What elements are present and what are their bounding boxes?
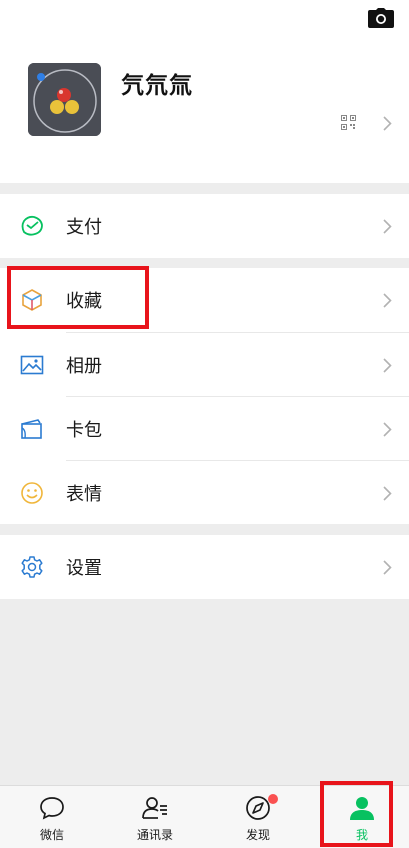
highlight-box-me-tab <box>320 781 393 847</box>
tab-label: 通讯录 <box>136 828 173 842</box>
contacts-icon <box>141 794 169 822</box>
chevron-right-icon <box>383 560 392 575</box>
chevron-right-icon <box>383 116 392 131</box>
menu-item-label: 表情 <box>66 484 102 505</box>
chevron-right-icon <box>383 358 392 373</box>
menu-item-cards[interactable]: 卡包 <box>0 397 409 461</box>
menu-item-label: 相册 <box>66 356 102 377</box>
avatar[interactable] <box>28 63 101 136</box>
tab-label: 微信 <box>39 828 64 842</box>
menu-item-pay[interactable]: 支付 <box>0 194 409 258</box>
menu-item-label: 卡包 <box>66 420 102 441</box>
highlight-box-favorites <box>7 266 149 329</box>
menu-item-album[interactable]: 相册 <box>0 333 409 397</box>
pay-section: 支付 <box>0 194 409 258</box>
menu-item-label: 设置 <box>66 558 102 579</box>
qrcode-icon[interactable] <box>341 115 356 130</box>
smiley-icon <box>20 481 44 505</box>
chevron-right-icon <box>383 486 392 501</box>
gear-icon <box>20 555 44 579</box>
tab-discover[interactable]: 发现 <box>218 786 298 848</box>
nickname: 氕氘氚 <box>121 73 193 99</box>
menu-item-stickers[interactable]: 表情 <box>0 461 409 525</box>
chevron-right-icon <box>383 422 392 437</box>
chevron-right-icon <box>383 293 392 308</box>
menu-item-label: 支付 <box>66 217 102 238</box>
chat-bubble-icon <box>38 794 66 822</box>
camera-icon[interactable] <box>368 8 394 28</box>
picture-icon <box>20 353 44 377</box>
tab-contacts[interactable]: 通讯录 <box>115 786 195 848</box>
profile-header[interactable]: 氕氘氚 <box>0 0 409 183</box>
chevron-right-icon <box>383 219 392 234</box>
tab-chats[interactable]: 微信 <box>12 786 92 848</box>
menu-item-settings[interactable]: 设置 <box>0 535 409 599</box>
notification-dot <box>268 794 278 804</box>
wallet-check-icon <box>20 214 44 238</box>
card-icon <box>20 417 44 441</box>
tab-label: 发现 <box>245 828 270 842</box>
settings-section: 设置 <box>0 535 409 599</box>
